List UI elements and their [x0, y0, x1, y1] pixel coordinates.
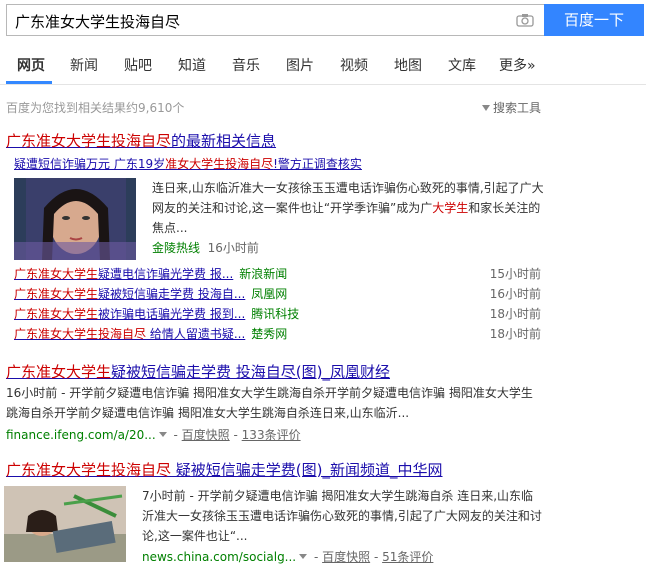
tab-web[interactable]: 网页: [17, 55, 45, 75]
item-source: 新浪新闻: [239, 267, 288, 281]
news-top-link[interactable]: 疑遭短信诈骗万元 广东19岁准女大学生投海自尽!警方正调查核实: [14, 155, 362, 172]
item-highlight: 广东准女大学生投海自尽: [14, 327, 147, 341]
item-title: 给情人留遗书疑...: [146, 327, 246, 341]
result-url[interactable]: news.china.com/socialg...: [142, 550, 296, 564]
dropdown-arrow-icon[interactable]: [299, 554, 308, 559]
top-link-text-c: !警方正调查核实: [273, 157, 362, 171]
reviews-link[interactable]: 51条评价: [382, 550, 433, 564]
item-highlight: 广东准女大学生: [14, 307, 99, 321]
result-snippet: 16小时前 - 开学前夕疑遭电信诈骗 揭阳准女大学生跳海自杀开学前夕疑遭电信诈骗…: [6, 386, 533, 420]
tab-news[interactable]: 新闻: [70, 55, 98, 75]
top-link-text-b: 19岁: [137, 157, 166, 171]
title-highlight: 广东准女大学生投海自尽: [6, 132, 172, 150]
result-count: 百度为您找到相关结果约9,610个: [6, 101, 185, 115]
title-highlight: 广东准女大学生投海自尽: [6, 461, 172, 479]
item-title: 被诈骗电话骗光学费 报到...: [98, 307, 246, 321]
result-meta: news.china.com/socialg... - 百度快照 - 51条评价: [142, 550, 434, 564]
news-source-line: 金陵热线 16小时前: [152, 238, 259, 258]
result-url[interactable]: finance.ifeng.com/a/20...: [6, 428, 156, 442]
title-rest: 疑被短信骗走学费(图)_新闻频道_中华网: [171, 461, 443, 479]
item-highlight: 广东准女大学生: [14, 267, 99, 281]
cache-link[interactable]: 百度快照: [322, 550, 370, 564]
result-title[interactable]: 广东准女大学生疑被短信骗走学费 投海自尽(图)_凤凰财经: [6, 361, 390, 382]
result-title[interactable]: 广东准女大学生投海自尽 疑被短信骗走学费(图)_新闻频道_中华网: [6, 459, 443, 480]
tab-more[interactable]: 更多»: [499, 55, 536, 75]
title-rest: 疑被短信骗走学费 投海自尽(图)_凤凰财经: [111, 363, 390, 381]
tab-map[interactable]: 地图: [394, 55, 422, 75]
item-highlight: 广东准女大学生: [14, 287, 99, 301]
news-list-item[interactable]: 广东准女大学生疑被短信骗走学费 投海自... 凤凰网 16小时前: [14, 285, 544, 305]
top-link-highlight: 准女大学生投海自尽: [165, 157, 274, 171]
result-thumbnail[interactable]: [4, 486, 126, 562]
title-rest: 的最新相关信息: [171, 132, 277, 150]
dropdown-arrow-icon[interactable]: [158, 432, 167, 437]
news-snippet-highlight: 大学生: [432, 201, 469, 215]
item-time: 18小时前: [489, 307, 541, 321]
search-input[interactable]: 广东准女大学生投海自尽: [6, 4, 544, 36]
item-time: 16小时前: [489, 287, 541, 301]
active-tab-indicator: [6, 81, 52, 84]
news-time: 16小时前: [207, 241, 259, 255]
tab-images[interactable]: 图片: [286, 55, 314, 75]
item-time: 15小时前: [489, 267, 541, 281]
tab-zhidao[interactable]: 知道: [178, 55, 206, 75]
reviews-link[interactable]: 133条评价: [242, 428, 301, 442]
news-list-item[interactable]: 广东准女大学生被诈骗电话骗光学费 报到... 腾讯科技 18小时前: [14, 305, 544, 325]
item-title: 疑遭电信诈骗光学费 报...: [98, 267, 234, 281]
news-list-item[interactable]: 广东准女大学生疑遭电信诈骗光学费 报... 新浪新闻 15小时前: [14, 265, 544, 285]
search-tools-label: 搜索工具: [493, 101, 542, 115]
title-highlight: 广东准女大学生: [6, 363, 112, 381]
item-source: 腾讯科技: [251, 307, 300, 321]
news-list-item[interactable]: 广东准女大学生投海自尽 给情人留遗书疑... 楚秀网 18小时前: [14, 325, 544, 345]
search-tools-button[interactable]: 搜索工具: [482, 99, 541, 116]
camera-icon[interactable]: [516, 13, 534, 27]
result-snippet: 7小时前 - 开学前夕疑遭电信诈骗 揭阳准女大学生跳海自杀 连日来,山东临沂准大…: [142, 489, 542, 543]
result-meta: finance.ifeng.com/a/20... - 百度快照 - 133条评…: [6, 428, 301, 442]
cache-link[interactable]: 百度快照: [182, 428, 230, 442]
search-button[interactable]: 百度一下: [544, 4, 644, 36]
filter-icon: [482, 105, 490, 111]
news-thumbnail[interactable]: [14, 178, 136, 260]
tab-tieba[interactable]: 贴吧: [124, 55, 152, 75]
news-block-title[interactable]: 广东准女大学生投海自尽的最新相关信息: [6, 130, 276, 151]
search-query[interactable]: 广东准女大学生投海自尽: [15, 11, 180, 32]
news-snippet: 连日来,山东临沂准大一女孩徐玉玉遭电话诈骗伤心致死的事情,引起了广大网友的关注和…: [152, 178, 544, 238]
item-source: 凤凰网: [251, 287, 288, 301]
top-link-text-a: 疑遭短信诈骗万元 广东: [14, 157, 138, 171]
item-source: 楚秀网: [251, 327, 288, 341]
news-source: 金陵热线: [152, 241, 201, 255]
tab-video[interactable]: 视频: [340, 55, 368, 75]
tab-wenku[interactable]: 文库: [448, 55, 476, 75]
item-title: 疑被短信骗走学费 投海自...: [98, 287, 246, 301]
tab-bar: 网页 新闻 贴吧 知道 音乐 图片 视频 地图 文库 更多»: [0, 44, 646, 85]
item-time: 18小时前: [489, 327, 541, 341]
tab-music[interactable]: 音乐: [232, 55, 260, 75]
